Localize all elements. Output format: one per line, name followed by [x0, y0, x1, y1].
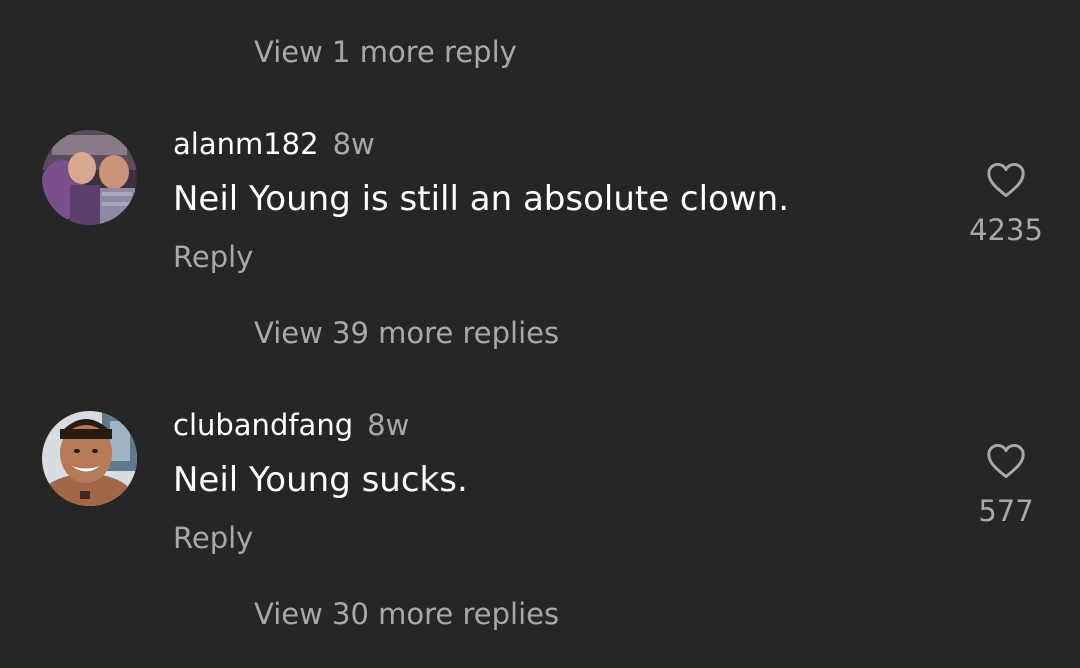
like-column: 4235 — [960, 162, 1052, 245]
comment-item: alanm182 8w Neil Young is still an absolu… — [0, 130, 1080, 300]
reply-button[interactable]: Reply — [173, 524, 253, 553]
heart-outline-icon[interactable] — [986, 162, 1026, 198]
comments-screen: View 1 more reply alanm182 8w Neil Young … — [0, 0, 1080, 668]
username[interactable]: alanm182 — [173, 127, 319, 161]
username[interactable]: clubandfang — [173, 408, 353, 442]
heart-outline-icon[interactable] — [986, 443, 1026, 479]
reply-button[interactable]: Reply — [173, 243, 253, 272]
like-count: 577 — [978, 494, 1034, 528]
like-count: 4235 — [969, 213, 1043, 247]
timestamp: 8w — [367, 408, 410, 442]
view-more-replies-link[interactable]: View 30 more replies — [254, 600, 559, 629]
avatar[interactable] — [42, 130, 137, 225]
comment-header: alanm182 8w — [173, 130, 375, 159]
timestamp: 8w — [332, 127, 375, 161]
profile-photo-icon — [42, 130, 137, 225]
comment-item: clubandfang 8w Neil Young sucks. Reply 57… — [0, 411, 1080, 581]
comment-text: Neil Young sucks. — [173, 460, 468, 500]
profile-photo-icon — [42, 411, 137, 506]
like-column: 577 — [960, 443, 1052, 526]
view-more-replies-link[interactable]: View 39 more replies — [254, 319, 559, 348]
avatar[interactable] — [42, 411, 137, 506]
view-more-replies-link[interactable]: View 1 more reply — [254, 38, 517, 67]
comment-header: clubandfang 8w — [173, 411, 409, 440]
comment-text: Neil Young is still an absolute clown. — [173, 179, 790, 219]
